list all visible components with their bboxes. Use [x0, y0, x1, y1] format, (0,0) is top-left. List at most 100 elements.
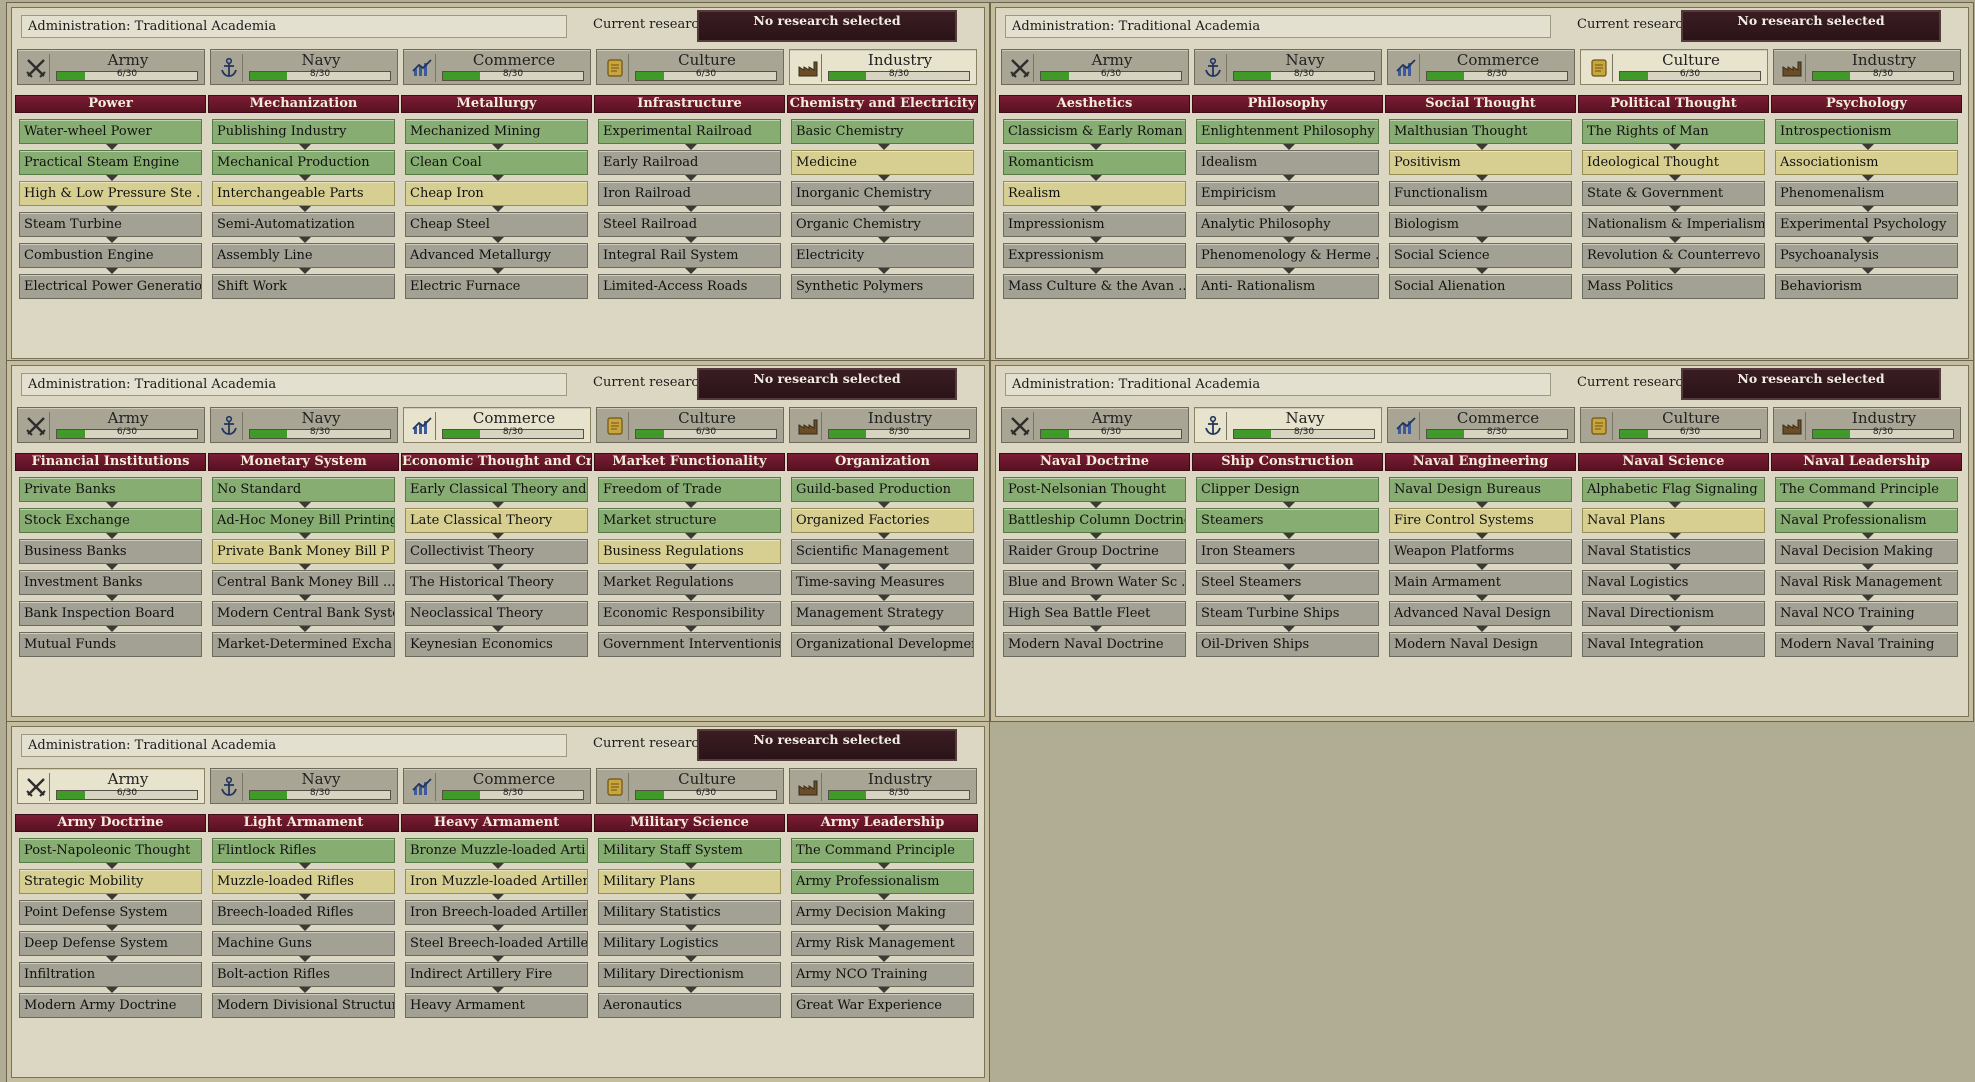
tech-item[interactable]: Semi-Automatization	[212, 212, 395, 237]
tech-item[interactable]: Army Professionalism	[791, 869, 974, 894]
tech-item[interactable]: Bolt-action Rifles	[212, 962, 395, 987]
tech-item[interactable]: Stock Exchange	[19, 508, 202, 533]
tab-industry[interactable]: Industry 8/30	[789, 768, 977, 804]
tab-industry[interactable]: Industry 8/30	[1773, 407, 1961, 443]
tech-item[interactable]: Naval Plans	[1582, 508, 1765, 533]
tech-item[interactable]: Military Directionism	[598, 962, 781, 987]
tech-item[interactable]: Anti- Rationalism	[1196, 274, 1379, 299]
tab-industry[interactable]: Industry 8/30	[789, 407, 977, 443]
tech-item[interactable]: State & Government	[1582, 181, 1765, 206]
tech-item[interactable]: Steamers	[1196, 508, 1379, 533]
tech-item[interactable]: Point Defense System	[19, 900, 202, 925]
tech-item[interactable]: Oil-Driven Ships	[1196, 632, 1379, 657]
tech-item[interactable]: Naval Professionalism	[1775, 508, 1958, 533]
tech-item[interactable]: Revolution & Counterrevo ...	[1582, 243, 1765, 268]
tech-item[interactable]: Analytic Philosophy	[1196, 212, 1379, 237]
tab-army[interactable]: Army 6/30	[17, 768, 205, 804]
tech-item[interactable]: Market-Determined Excha ...	[212, 632, 395, 657]
tab-culture[interactable]: Culture 6/30	[1580, 49, 1768, 85]
tech-item[interactable]: Experimental Railroad	[598, 119, 781, 144]
tech-item[interactable]: Iron Steamers	[1196, 539, 1379, 564]
tech-item[interactable]: Shift Work	[212, 274, 395, 299]
tech-item[interactable]: High & Low Pressure Ste ...	[19, 181, 202, 206]
tech-item[interactable]: Steel Breech-loaded Artillery	[405, 931, 588, 956]
tech-item[interactable]: Machine Guns	[212, 931, 395, 956]
tech-item[interactable]: Naval Decision Making	[1775, 539, 1958, 564]
tech-item[interactable]: Muzzle-loaded Rifles	[212, 869, 395, 894]
tech-item[interactable]: Bank Inspection Board	[19, 601, 202, 626]
tech-item[interactable]: Electric Furnace	[405, 274, 588, 299]
tech-item[interactable]: Mass Culture & the Avan ...	[1003, 274, 1186, 299]
tech-item[interactable]: Ad-Hoc Money Bill Printing	[212, 508, 395, 533]
tech-item[interactable]: Introspectionism	[1775, 119, 1958, 144]
tab-culture[interactable]: Culture 6/30	[596, 768, 784, 804]
tech-item[interactable]: Great War Experience	[791, 993, 974, 1018]
tech-item[interactable]: Medicine	[791, 150, 974, 175]
tech-item[interactable]: Expressionism	[1003, 243, 1186, 268]
tab-commerce[interactable]: Commerce 8/30	[403, 407, 591, 443]
tech-item[interactable]: Modern Central Bank System	[212, 601, 395, 626]
tech-item[interactable]: Steam Turbine	[19, 212, 202, 237]
tech-item[interactable]: Mutual Funds	[19, 632, 202, 657]
tech-item[interactable]: Guild-based Production	[791, 477, 974, 502]
tech-item[interactable]: Classicism & Early Roman ...	[1003, 119, 1186, 144]
tech-item[interactable]: Military Staff System	[598, 838, 781, 863]
tech-item[interactable]: Experimental Psychology	[1775, 212, 1958, 237]
tech-item[interactable]: Nationalism & Imperialism	[1582, 212, 1765, 237]
tech-item[interactable]: Organic Chemistry	[791, 212, 974, 237]
tech-item[interactable]: Realism	[1003, 181, 1186, 206]
tab-culture[interactable]: Culture 6/30	[596, 49, 784, 85]
tech-item[interactable]: Assembly Line	[212, 243, 395, 268]
tech-item[interactable]: Keynesian Economics	[405, 632, 588, 657]
tech-item[interactable]: Time-saving Measures	[791, 570, 974, 595]
tab-commerce[interactable]: Commerce 8/30	[1387, 407, 1575, 443]
tech-item[interactable]: Naval Risk Management	[1775, 570, 1958, 595]
tech-item[interactable]: Enlightenment Philosophy	[1196, 119, 1379, 144]
tech-item[interactable]: Water-wheel Power	[19, 119, 202, 144]
tech-item[interactable]: Indirect Artillery Fire	[405, 962, 588, 987]
tech-item[interactable]: Breech-loaded Rifles	[212, 900, 395, 925]
tech-item[interactable]: Collectivist Theory	[405, 539, 588, 564]
tech-item[interactable]: Naval Integration	[1582, 632, 1765, 657]
tech-item[interactable]: Modern Naval Design	[1389, 632, 1572, 657]
tab-army[interactable]: Army 6/30	[1001, 407, 1189, 443]
tech-item[interactable]: The Rights of Man	[1582, 119, 1765, 144]
tech-item[interactable]: Post-Napoleonic Thought	[19, 838, 202, 863]
tech-item[interactable]: Modern Divisional Structure	[212, 993, 395, 1018]
tech-item[interactable]: Market structure	[598, 508, 781, 533]
tech-item[interactable]: Deep Defense System	[19, 931, 202, 956]
tech-item[interactable]: Early Railroad	[598, 150, 781, 175]
tech-item[interactable]: Modern Army Doctrine	[19, 993, 202, 1018]
tech-item[interactable]: Flintlock Rifles	[212, 838, 395, 863]
tech-item[interactable]: Late Classical Theory	[405, 508, 588, 533]
tech-item[interactable]: Heavy Armament	[405, 993, 588, 1018]
tech-item[interactable]: High Sea Battle Fleet	[1003, 601, 1186, 626]
tech-item[interactable]: Synthetic Polymers	[791, 274, 974, 299]
tech-item[interactable]: Economic Responsibility	[598, 601, 781, 626]
tech-item[interactable]: Inorganic Chemistry	[791, 181, 974, 206]
tech-item[interactable]: Publishing Industry	[212, 119, 395, 144]
tech-item[interactable]: Government Interventionism	[598, 632, 781, 657]
tech-item[interactable]: Steel Railroad	[598, 212, 781, 237]
tech-item[interactable]: Interchangeable Parts	[212, 181, 395, 206]
tech-item[interactable]: Phenomenology & Herme ...	[1196, 243, 1379, 268]
tab-industry[interactable]: Industry 8/30	[1773, 49, 1961, 85]
tab-commerce[interactable]: Commerce 8/30	[1387, 49, 1575, 85]
tech-item[interactable]: Iron Breech-loaded Artillery	[405, 900, 588, 925]
tech-item[interactable]: Social Alienation	[1389, 274, 1572, 299]
tech-item[interactable]: Practical Steam Engine	[19, 150, 202, 175]
tech-item[interactable]: Market Regulations	[598, 570, 781, 595]
tech-item[interactable]: Social Science	[1389, 243, 1572, 268]
tech-item[interactable]: Management Strategy	[791, 601, 974, 626]
tech-item[interactable]: Investment Banks	[19, 570, 202, 595]
tab-culture[interactable]: Culture 6/30	[1580, 407, 1768, 443]
tech-item[interactable]: Ideological Thought	[1582, 150, 1765, 175]
tech-item[interactable]: Battleship Column Doctrine	[1003, 508, 1186, 533]
tab-army[interactable]: Army 6/30	[17, 49, 205, 85]
tech-item[interactable]: Advanced Naval Design	[1389, 601, 1572, 626]
tech-item[interactable]: Empiricism	[1196, 181, 1379, 206]
tech-item[interactable]: Naval NCO Training	[1775, 601, 1958, 626]
tech-item[interactable]: Scientific Management	[791, 539, 974, 564]
tech-item[interactable]: The Command Principle	[1775, 477, 1958, 502]
tech-item[interactable]: The Command Principle	[791, 838, 974, 863]
